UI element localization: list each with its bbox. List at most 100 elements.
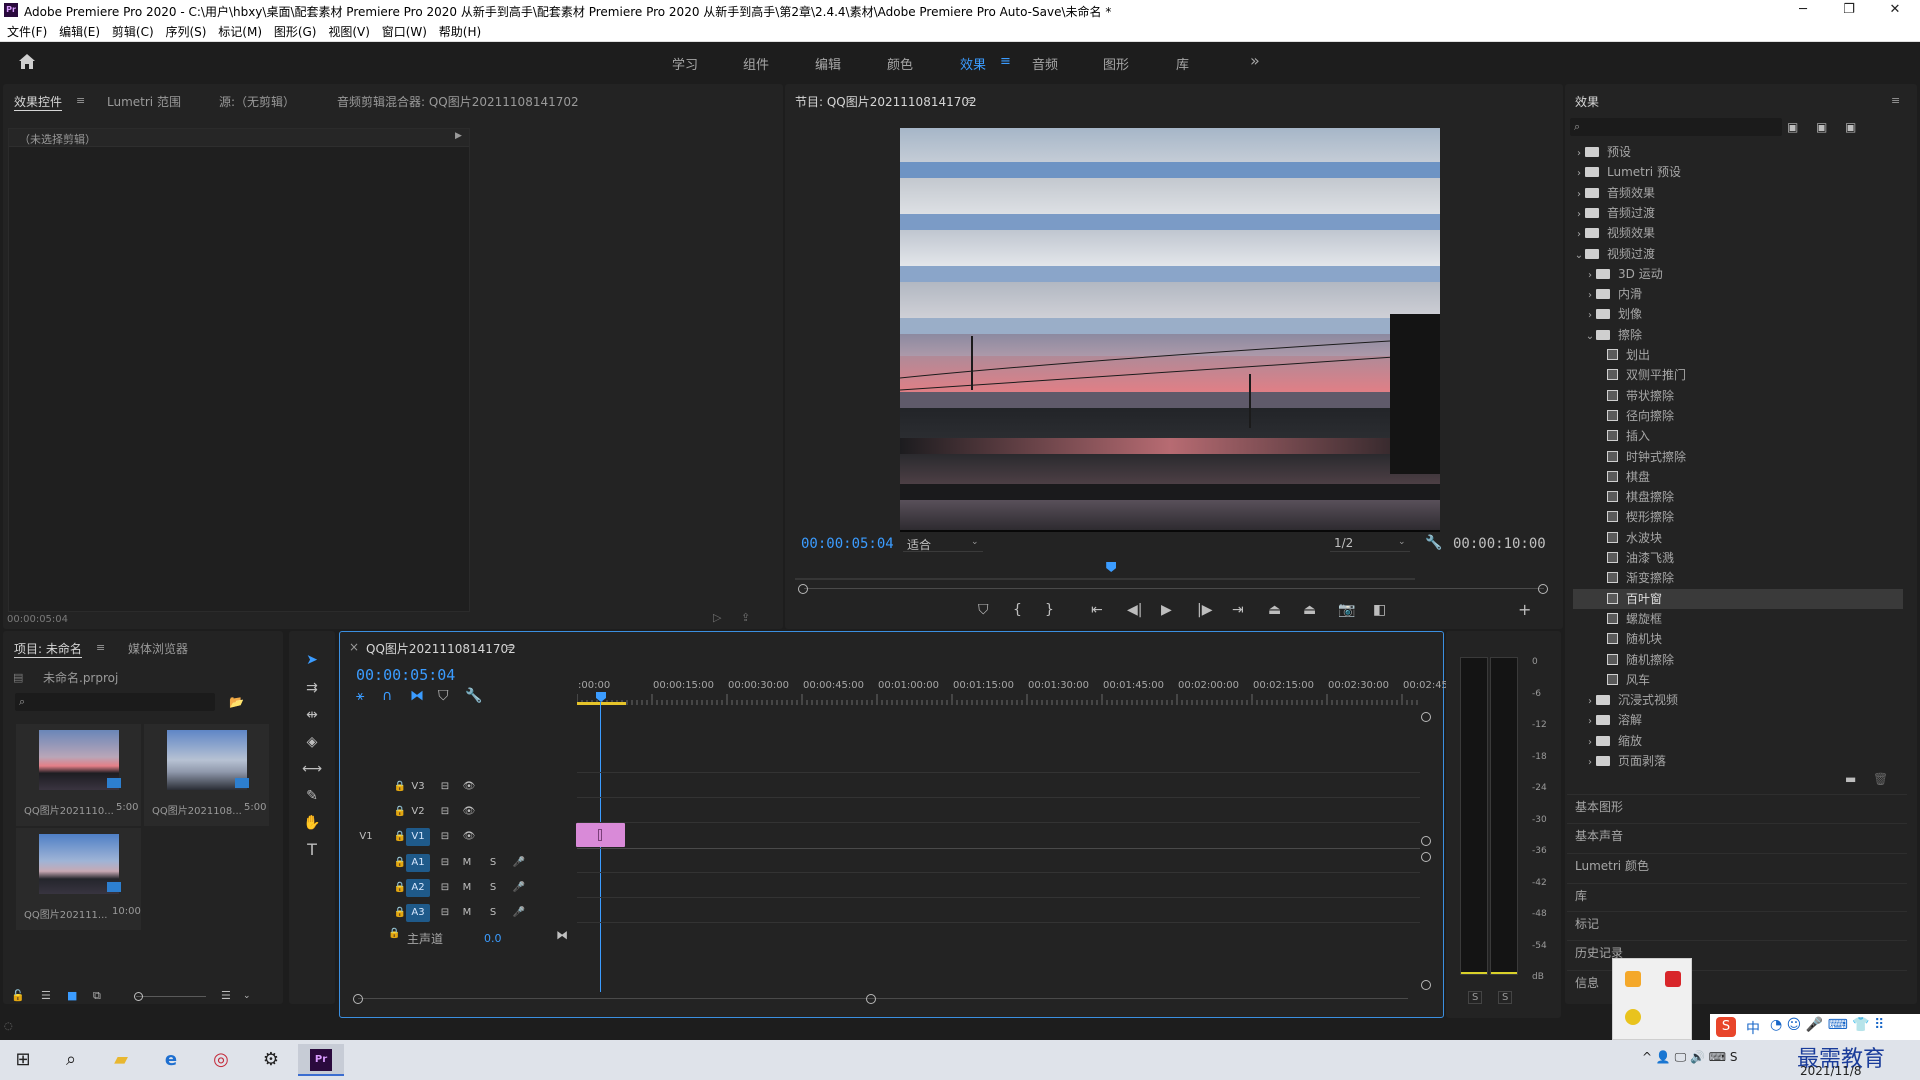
- list-view-icon[interactable]: ☰: [41, 987, 51, 1005]
- expand-arrow-icon[interactable]: ▶: [455, 131, 462, 141]
- solo-button[interactable]: S: [481, 879, 505, 897]
- master-lock-icon[interactable]: 🔒: [388, 928, 400, 939]
- icon-view-icon[interactable]: ■: [67, 987, 77, 1005]
- mute-button[interactable]: M: [455, 879, 479, 897]
- windows-start-icon[interactable]: ⊞: [0, 1044, 46, 1076]
- voice-record-icon[interactable]: 🎤: [507, 904, 531, 922]
- effects-search-input[interactable]: ⌕: [1570, 118, 1782, 136]
- master-end-icon[interactable]: ⧓: [556, 928, 568, 942]
- chevron-right-icon[interactable]: ›: [1584, 733, 1596, 753]
- timeline-menu-icon[interactable]: ≡: [505, 641, 514, 654]
- work-area-bar[interactable]: [577, 702, 626, 705]
- workspace-audio[interactable]: 音频: [1032, 54, 1058, 73]
- solo-button[interactable]: S: [481, 854, 505, 872]
- chevron-down-icon[interactable]: ⌄: [1584, 327, 1596, 347]
- zoom-handle-right[interactable]: [1538, 584, 1548, 594]
- play-icon[interactable]: ▶: [1161, 601, 1172, 619]
- linked-selection-icon[interactable]: ⧓: [410, 687, 424, 705]
- effect-folder[interactable]: › 页面剥落: [1573, 751, 1903, 771]
- menu-edit[interactable]: 编辑(E): [55, 22, 104, 42]
- step-forward-icon[interactable]: |▶: [1197, 601, 1212, 619]
- meter-solo-right-button[interactable]: S: [1498, 991, 1513, 1004]
- solo-button[interactable]: S: [481, 904, 505, 922]
- app-icon[interactable]: ◎: [198, 1044, 244, 1076]
- menu-markers[interactable]: 标记(M): [214, 22, 266, 42]
- track-target-toggle[interactable]: V3: [406, 778, 430, 796]
- menu-help[interactable]: 帮助(H): [435, 22, 485, 42]
- mute-button[interactable]: M: [455, 854, 479, 872]
- tab-project[interactable]: 项目: 未命名: [14, 640, 82, 658]
- collapsed-panel-header[interactable]: 基本声音: [1567, 823, 1907, 847]
- program-video-frame[interactable]: [900, 128, 1440, 532]
- yuv-effects-icon[interactable]: ▣: [1845, 118, 1856, 136]
- chevron-down-icon[interactable]: ⌄: [1573, 246, 1585, 266]
- chevron-right-icon[interactable]: ›: [1584, 286, 1596, 306]
- project-search-input[interactable]: ⌕: [15, 693, 215, 711]
- sogou-ime-icon[interactable]: S: [1716, 1017, 1736, 1037]
- menu-file[interactable]: 文件(F): [3, 22, 51, 42]
- master-volume-value[interactable]: 0.0: [484, 932, 502, 945]
- track-target-toggle[interactable]: A2: [406, 879, 430, 897]
- chevron-right-icon[interactable]: ›: [1584, 306, 1596, 326]
- toggle-output-eye-icon[interactable]: 👁: [457, 828, 481, 846]
- effect-folder[interactable]: › 缩放: [1573, 731, 1903, 751]
- go-to-out-icon[interactable]: ⇥: [1232, 601, 1244, 619]
- resolution-dropdown[interactable]: 1/2 ⌄: [1330, 534, 1410, 552]
- effect-item[interactable]: 风车: [1573, 670, 1903, 690]
- add-button-icon[interactable]: +: [1518, 601, 1531, 619]
- effect-folder[interactable]: › 视频效果: [1573, 223, 1903, 243]
- track-target-toggle[interactable]: V2: [406, 803, 430, 821]
- effect-item[interactable]: 水波块: [1573, 528, 1903, 548]
- comparison-view-icon[interactable]: ◧: [1373, 601, 1386, 619]
- timeline-timecode[interactable]: 00:00:05:04: [356, 666, 455, 684]
- toggle-output-eye-icon[interactable]: 👁: [457, 778, 481, 796]
- effect-folder[interactable]: › 划像: [1573, 304, 1903, 324]
- home-icon[interactable]: [18, 53, 36, 71]
- chevron-right-icon[interactable]: ›: [1584, 753, 1596, 773]
- track-select-tool-icon[interactable]: ⇉: [301, 679, 323, 697]
- sort-chevron-down-icon[interactable]: ⌄: [243, 987, 251, 1005]
- snap-magnet-icon[interactable]: ∩: [382, 687, 392, 705]
- workspace-editing[interactable]: 编辑: [815, 54, 841, 73]
- effect-item[interactable]: 带状擦除: [1573, 386, 1903, 406]
- effect-folder[interactable]: › 内滑: [1573, 284, 1903, 304]
- effects-menu-icon[interactable]: ≡: [1891, 94, 1900, 107]
- find-bin-icon[interactable]: 📂: [229, 693, 244, 711]
- effect-item[interactable]: 径向擦除: [1573, 406, 1903, 426]
- timeline-settings-wrench-icon[interactable]: 🔧: [465, 687, 482, 705]
- chevron-right-icon[interactable]: ›: [1573, 225, 1585, 245]
- project-menu-icon[interactable]: ≡: [96, 641, 105, 654]
- workspace-effects[interactable]: 效果: [960, 54, 986, 73]
- source-patch-v1[interactable]: V1: [354, 828, 378, 846]
- edge-browser-icon[interactable]: e: [148, 1044, 194, 1076]
- file-explorer-icon[interactable]: ▰: [98, 1044, 144, 1076]
- add-marker-icon[interactable]: ⛉: [438, 687, 449, 705]
- program-monitor-title[interactable]: 节目: QQ图片20211108141702: [795, 93, 977, 110]
- chevron-right-icon[interactable]: ›: [1584, 692, 1596, 712]
- menu-view[interactable]: 视图(V): [324, 22, 374, 42]
- menu-window[interactable]: 窗口(W): [378, 22, 431, 42]
- project-item[interactable]: QQ图片2021110... 5:00: [16, 724, 141, 826]
- ime-mode-label[interactable]: 中: [1746, 1018, 1760, 1038]
- effect-folder[interactable]: › 音频效果: [1573, 183, 1903, 203]
- video-scroll-handle-bottom[interactable]: [1421, 836, 1431, 846]
- export-frame-camera-icon[interactable]: 📷: [1338, 601, 1355, 619]
- program-time-ruler[interactable]: [795, 562, 1415, 580]
- workspaces-overflow-button[interactable]: »: [1250, 51, 1260, 70]
- menu-graphics[interactable]: 图形(G): [270, 22, 321, 42]
- ripple-edit-tool-icon[interactable]: ⇹: [301, 706, 323, 724]
- filter-icon[interactable]: ▷: [713, 609, 721, 627]
- tab-lumetri-scopes[interactable]: Lumetri 范围: [107, 93, 181, 110]
- lock-icon[interactable]: 🔓: [11, 987, 25, 1005]
- premiere-taskbar-button[interactable]: Pr: [298, 1044, 344, 1076]
- effect-item[interactable]: 划出: [1573, 345, 1903, 365]
- effect-folder[interactable]: › 音频过渡: [1573, 203, 1903, 223]
- export-icon[interactable]: ⇪: [741, 609, 750, 627]
- search-icon[interactable]: ⌕: [48, 1044, 94, 1076]
- menu-clip[interactable]: 剪辑(C): [108, 22, 158, 42]
- timeline-zoom-scrollbar[interactable]: [353, 994, 1415, 1004]
- tray-app-icon[interactable]: [1625, 1009, 1641, 1025]
- zoom-handle-left[interactable]: [798, 584, 808, 594]
- pen-tool-icon[interactable]: ✎: [301, 787, 323, 805]
- sort-icon[interactable]: ☰: [221, 987, 231, 1005]
